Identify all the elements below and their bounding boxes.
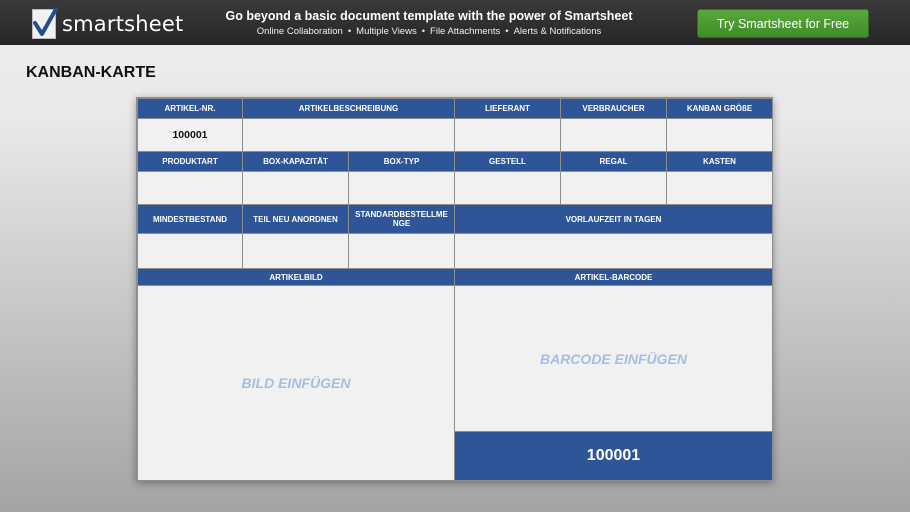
header-verbraucher: VERBRAUCHER — [560, 98, 667, 119]
barcode-placeholder-text: BARCODE EINFÜGEN — [539, 350, 687, 367]
value-kanban-groesse[interactable] — [666, 118, 773, 152]
logo-text: smartsheet — [62, 12, 184, 36]
try-free-button[interactable]: Try Smartsheet for Free — [697, 9, 869, 38]
header-gestell: GESTELL — [454, 151, 561, 172]
kanban-card: ARTIKEL-NR. ARTIKELBESCHREIBUNG LIEFERAN… — [136, 97, 773, 481]
value-vorlaufzeit[interactable] — [454, 233, 773, 269]
barcode-placeholder[interactable]: BARCODE EINFÜGEN — [454, 285, 773, 432]
header-produktart: PRODUKTART — [137, 151, 243, 172]
value-standardbestellmenge[interactable] — [348, 233, 455, 269]
banner-tagline: Go beyond a basic document template with… — [200, 9, 658, 37]
header-artikelbild: ARTIKELBILD — [137, 268, 455, 286]
value-artikel-nr[interactable]: 100001 — [137, 118, 243, 152]
value-verbraucher[interactable] — [560, 118, 667, 152]
image-placeholder-text: BILD EINFÜGEN — [241, 375, 351, 391]
tagline-main: Go beyond a basic document template with… — [225, 9, 633, 23]
header-mindestbestand: MINDESTBESTAND — [137, 204, 243, 234]
value-lieferant[interactable] — [454, 118, 561, 152]
value-produktart[interactable] — [137, 171, 243, 205]
header-box-typ: BOX-TYP — [348, 151, 455, 172]
header-vorlaufzeit: VORLAUFZEIT IN TAGEN — [454, 204, 773, 234]
page-title: KANBAN-KARTE — [26, 64, 156, 81]
separator-dot: • — [421, 26, 426, 37]
feature-item: Alerts & Notifications — [513, 26, 602, 37]
checkmark-icon — [32, 7, 58, 39]
header-lieferant: LIEFERANT — [454, 98, 561, 119]
feature-item: Multiple Views — [356, 26, 417, 37]
smartsheet-logo[interactable]: smartsheet — [32, 7, 184, 39]
header-standardbestellmenge: STANDARDBESTELLME NGE — [348, 204, 455, 234]
barcode-number: 100001 — [454, 431, 773, 481]
value-box-typ[interactable] — [348, 171, 455, 205]
image-placeholder[interactable]: BILD EINFÜGEN — [137, 285, 455, 481]
header-artikel-nr: ARTIKEL-NR. — [137, 98, 243, 119]
feature-list: Online Collaboration • Multiple Views • File… — [200, 26, 658, 37]
value-teil-neu-anordnen[interactable] — [242, 233, 349, 269]
header-kasten: KASTEN — [666, 151, 773, 172]
promo-banner: smartsheet Go beyond a basic document te… — [0, 0, 910, 45]
header-regal: REGAL — [560, 151, 667, 172]
value-kasten[interactable] — [666, 171, 773, 205]
header-box-kapazitaet: BOX-KAPAZITÄT — [242, 151, 349, 172]
value-mindestbestand[interactable] — [137, 233, 243, 269]
feature-item: Online Collaboration — [256, 26, 343, 37]
separator-dot: • — [505, 26, 509, 37]
value-regal[interactable] — [560, 171, 667, 205]
feature-item: File Attachments — [430, 26, 501, 37]
header-artikel-barcode: ARTIKEL-BARCODE — [454, 268, 773, 286]
header-teil-neu-anordnen: TEIL NEU ANORDNEN — [242, 204, 349, 234]
value-gestell[interactable] — [454, 171, 561, 205]
value-artikelbeschreibung[interactable] — [242, 118, 455, 152]
separator-dot: • — [347, 26, 352, 37]
header-kanban-groesse: KANBAN GRÖßE — [666, 98, 773, 119]
header-artikelbeschreibung: ARTIKELBESCHREIBUNG — [242, 98, 455, 119]
value-box-kapazitaet[interactable] — [242, 171, 349, 205]
